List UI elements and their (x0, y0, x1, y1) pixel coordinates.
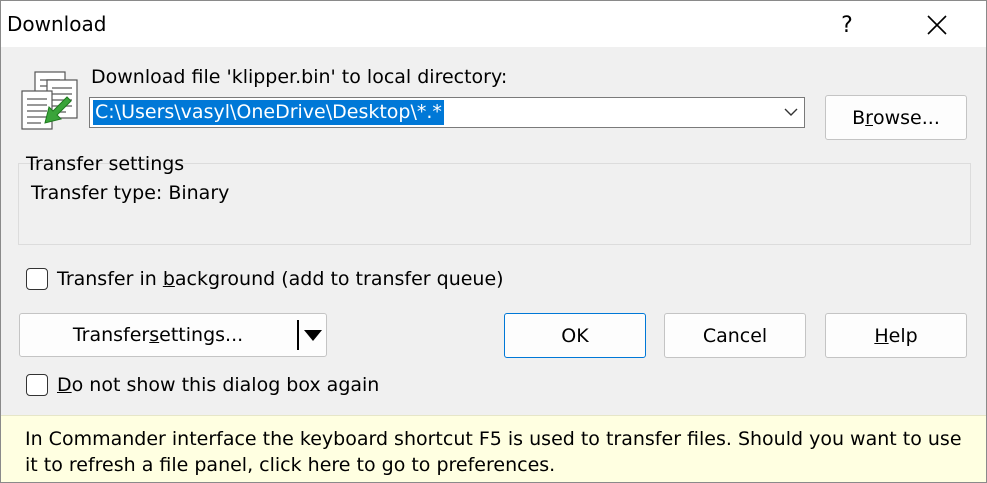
help-label-key: H (874, 324, 889, 347)
close-icon (927, 15, 947, 35)
split-separator (297, 320, 299, 350)
title-bar: Download ? (1, 1, 986, 47)
help-title-button[interactable]: ? (827, 5, 867, 45)
browse-label-key: r (865, 106, 873, 129)
preferences-tip-banner[interactable]: In Commander interface the keyboard shor… (1, 415, 986, 482)
dialog-title: Download (7, 12, 107, 36)
cancel-label: Cancel (702, 324, 768, 347)
transfer-type-text: Transfer type: Binary (31, 182, 230, 204)
download-prompt: Download file 'klipper.bin' to local dir… (91, 66, 507, 88)
download-files-icon (21, 71, 78, 130)
help-label-post: elp (888, 324, 918, 347)
checkbox-box[interactable] (26, 268, 48, 290)
transfer-settings-split-button[interactable]: Transfer s ettings... (19, 313, 327, 357)
ok-button[interactable]: OK (504, 313, 646, 358)
dont-show-label-post: o not show this dialog box again (71, 374, 380, 396)
help-button[interactable]: Help (825, 313, 967, 358)
checkbox-label: Transfer in background (add to transfer … (57, 268, 504, 290)
prompt-file-name: klipper.bin (231, 66, 331, 88)
transfer-settings-group: Transfer type: Binary (18, 163, 971, 245)
transfer-settings-button[interactable]: Transfer s ettings... (20, 314, 296, 356)
ok-label: OK (561, 324, 589, 347)
target-directory-combobox[interactable]: C:\Users\vasyl\OneDrive\Desktop\*.* (89, 97, 805, 128)
transfer-settings-label-pre: Transfer (72, 324, 150, 346)
transfer-settings-label-key: s (149, 324, 160, 346)
chevron-down-icon[interactable] (784, 107, 798, 117)
dropdown-arrow-icon[interactable] (300, 314, 326, 356)
tip-text: In Commander interface the keyboard shor… (25, 428, 962, 476)
checkbox-box[interactable] (26, 374, 48, 396)
prompt-text-post: ' to local directory: (330, 66, 508, 88)
browse-label-post: owse... (872, 106, 940, 129)
prompt-text-pre: Download file ' (91, 66, 232, 88)
target-directory-value[interactable]: C:\Users\vasyl\OneDrive\Desktop\*.* (93, 100, 444, 125)
transfer-settings-label-post: ettings... (159, 324, 244, 346)
cancel-button[interactable]: Cancel (664, 313, 806, 358)
close-button[interactable] (917, 5, 957, 45)
background-label-key: b (162, 268, 175, 290)
browse-label-pre: B (852, 106, 866, 129)
transfer-in-background-checkbox[interactable]: Transfer in background (add to transfer … (26, 268, 504, 290)
checkbox-label: Do not show this dialog box again (57, 374, 379, 396)
background-label-pre: Transfer in (57, 268, 163, 290)
download-dialog: Download ? Download file 'klipper.bin' t… (0, 0, 987, 483)
transfer-settings-group-label: Transfer settings (26, 153, 185, 175)
dont-show-label-key: D (57, 374, 72, 396)
background-label-post: ackground (add to transfer queue) (174, 268, 504, 290)
do-not-show-again-checkbox[interactable]: Do not show this dialog box again (26, 374, 379, 396)
browse-button[interactable]: Br owse... (825, 95, 967, 140)
